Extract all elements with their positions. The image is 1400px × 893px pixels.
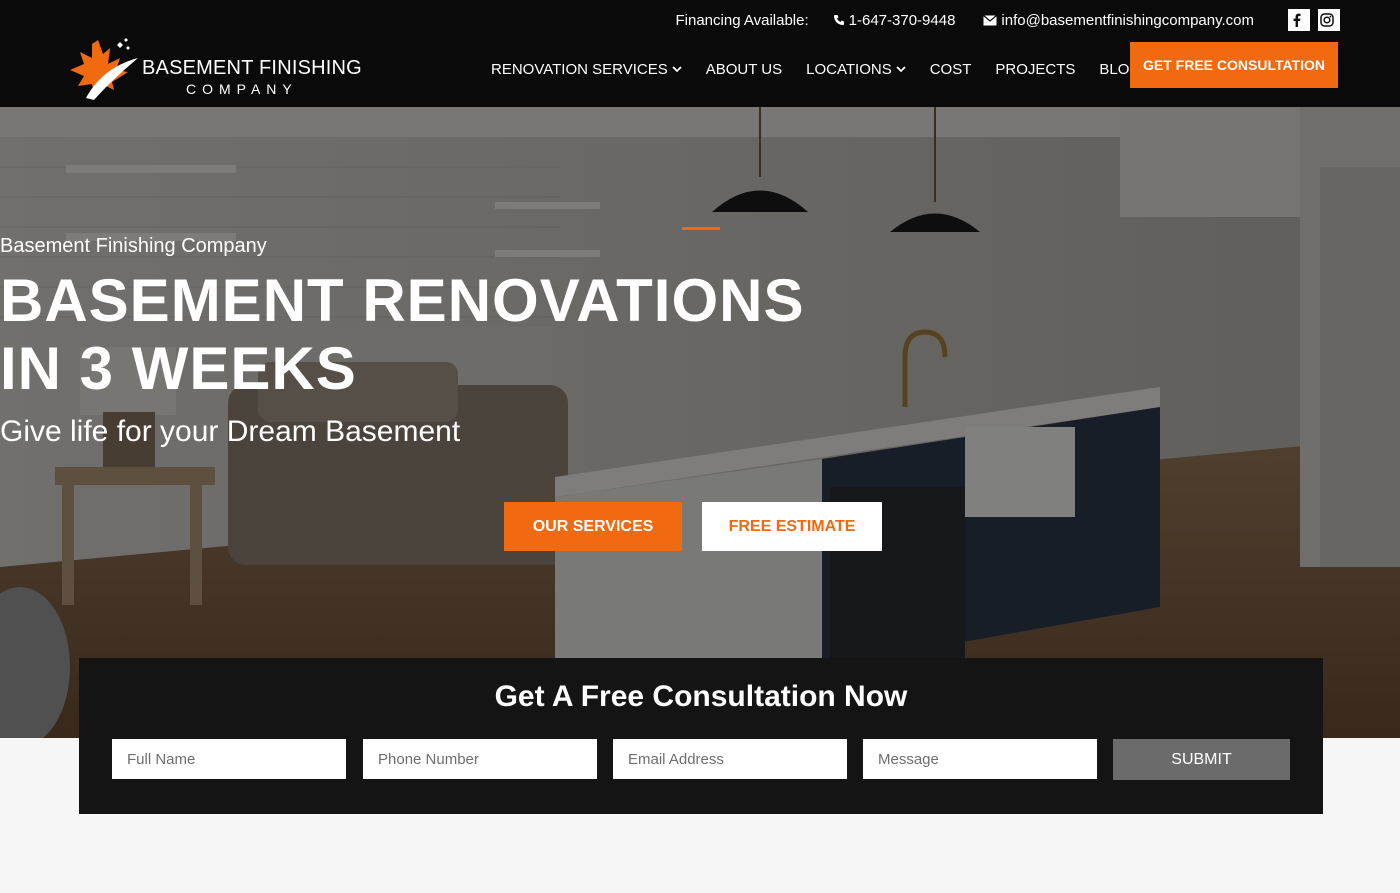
free-estimate-button[interactable]: FREE ESTIMATE (702, 502, 882, 551)
get-free-consultation-button[interactable]: GET FREE CONSULTATION (1130, 42, 1338, 88)
phone-number-input[interactable] (363, 739, 597, 779)
facebook-icon (1293, 13, 1301, 27)
chevron-down-icon (896, 65, 906, 72)
full-name-input[interactable] (112, 739, 346, 779)
email-link[interactable]: info@basementfinishingcompany.com (983, 12, 1254, 29)
facebook-link[interactable] (1288, 9, 1310, 31)
nav-item-label: LOCATIONS (806, 60, 892, 78)
nav-item-about-us[interactable]: ABOUT US (706, 61, 782, 78)
hero-section: Basement Finishing Company BASEMENT RENO… (0, 107, 1400, 738)
nav-item-label: ABOUT US (705, 60, 783, 78)
nav-item-locations[interactable]: LOCATIONS (806, 61, 906, 78)
financing-text: Financing Available: (675, 11, 809, 29)
nav-item-projects[interactable]: PROJECTS (995, 61, 1075, 78)
phone-number: 1-647-370-9448 (848, 11, 956, 29)
top-contact-bar: Financing Available: 1-647-370-9448 info… (675, 8, 1340, 32)
main-nav: RENOVATION SERVICES ABOUT US LOCATIONS C… (491, 58, 1165, 80)
form-title: Get A Free Consultation Now (494, 680, 908, 713)
nav-item-label: COST (929, 60, 972, 78)
chevron-down-icon (672, 65, 682, 72)
company-logo[interactable]: BASEMENT FINISHING COMPANY (68, 36, 362, 102)
hero-title-line1: BASEMENT RENOVATIONS (0, 267, 805, 334)
hero-eyebrow: Basement Finishing Company (0, 235, 267, 257)
maple-leaf-logo-icon (70, 38, 138, 100)
nav-item-cost[interactable]: COST (930, 61, 972, 78)
hero-title-line2: IN 3 WEEKS (0, 335, 357, 402)
nav-item-renovation-services[interactable]: RENOVATION SERVICES (491, 61, 682, 78)
site-header: BASEMENT FINISHING COMPANY Financing Ava… (0, 0, 1400, 107)
submit-button[interactable]: SUBMIT (1113, 739, 1290, 780)
email-address: info@basementfinishingcompany.com (1001, 11, 1254, 29)
logo-name-line1: BASEMENT FINISHING (142, 57, 362, 79)
hero-subtitle: Give life for your Dream Basement (0, 415, 461, 448)
hero-accent-divider (682, 227, 720, 230)
consultation-form-panel: Get A Free Consultation Now SUBMIT (79, 658, 1323, 814)
instagram-link[interactable] (1318, 9, 1340, 31)
phone-icon (833, 15, 844, 25)
nav-item-label: RENOVATION SERVICES (491, 60, 668, 78)
phone-link[interactable]: 1-647-370-9448 (833, 11, 956, 29)
hero-title: BASEMENT RENOVATIONS IN 3 WEEKS (0, 267, 1400, 403)
logo-name-line2: COMPANY (186, 81, 298, 97)
message-input[interactable] (863, 739, 1097, 779)
email-address-input[interactable] (613, 739, 847, 779)
instagram-icon (1320, 13, 1334, 27)
nav-item-label: PROJECTS (995, 60, 1076, 78)
envelope-icon (983, 14, 998, 25)
our-services-button[interactable]: OUR SERVICES (504, 502, 682, 551)
